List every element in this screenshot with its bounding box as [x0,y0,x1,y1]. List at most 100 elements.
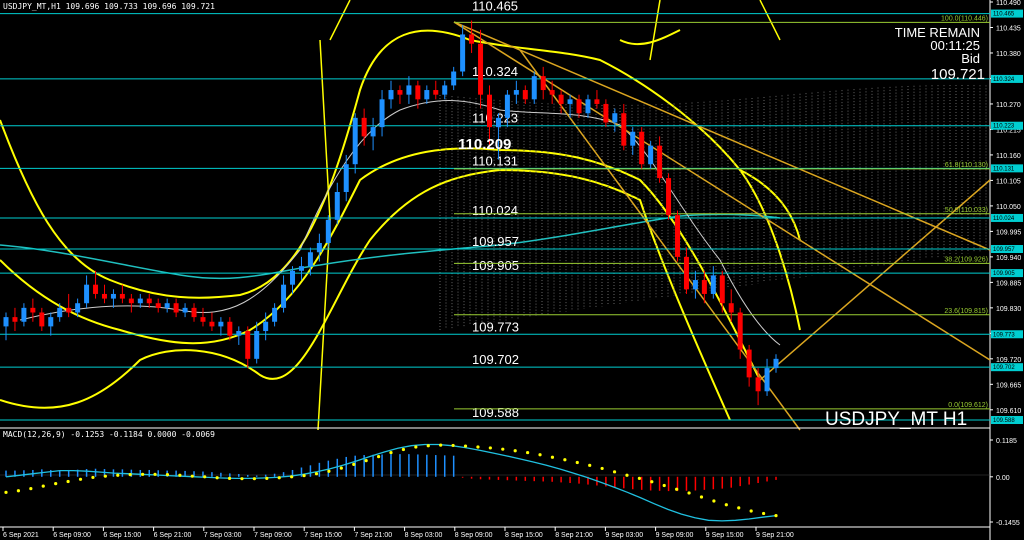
level-label: 110.024 [472,203,518,218]
macd-signal-dot [687,491,691,495]
macd-signal-dot [501,447,505,451]
candle-body [3,317,9,327]
price-tick-label: 109.830 [996,306,1021,313]
macd-signal-dot [737,506,741,510]
candle-body [146,298,152,304]
price-tick-label: 109.610 [996,408,1021,415]
level-price-tag-text: 109.702 [993,365,1015,371]
candle-body [612,113,618,123]
candle-body [218,321,224,327]
macd-signal-dot [364,459,368,463]
candle-body [110,293,116,299]
candle-body [39,312,45,327]
candle-body [93,284,99,294]
candle-body [379,99,385,128]
candle-body [182,307,188,313]
price-chart[interactable]: USDJPY_MT,H1 109.696 109.733 109.696 109… [0,0,1024,540]
macd-signal-dot [675,487,679,491]
candle-body [173,303,179,313]
time-tick-label: 6 Sep 09:00 [53,532,91,539]
macd-signal-dot [612,470,617,474]
price-tick-label: 110.380 [996,51,1021,58]
macd-signal-dot [550,455,555,459]
candle-body [504,94,510,118]
candle-body [576,99,582,114]
macd-signal-dot [389,450,393,455]
fib-label: 50.0(110.033) [945,207,988,214]
candle-body [692,280,698,290]
macd-signal-dot [426,444,430,448]
time-tick-label: 6 Sep 21:00 [154,532,192,539]
macd-signal-dot [774,514,778,518]
macd-signal-dot [54,482,58,486]
candle-body [155,303,161,308]
candle-body [281,284,287,308]
macd-signal-dot [314,472,319,476]
candle-body [710,275,716,294]
price-tick-label: 109.885 [996,280,1021,287]
time-tick-label: 9 Sep 21:00 [756,532,794,539]
candle-body [343,164,349,192]
candle-body [397,90,403,95]
candle-body [495,117,501,128]
macd-signal-dot [203,475,207,479]
price-tick-label: 109.665 [996,382,1021,389]
candle-body [352,117,358,165]
candle-body [128,298,134,304]
price-tick-label: 110.105 [996,178,1021,185]
candle-body [594,99,600,104]
candle-body [478,43,484,95]
macd-signal-dot [650,480,654,484]
candle-body [657,145,663,179]
macd-signal-dot [190,474,194,478]
price-tick-label: 109.940 [996,255,1021,262]
macd-signal-dot [476,445,480,449]
macd-signal-dot [637,476,641,480]
candle-body [370,127,376,137]
candle-body [666,178,672,216]
candle-body [719,275,725,304]
candle-body [227,321,233,336]
candle-body [101,293,107,299]
candle-body [630,131,636,146]
candle-body [764,368,770,392]
candle-body [531,76,537,100]
candle-body [57,307,63,318]
candle-body [460,34,466,72]
candle-body [84,284,90,304]
candle-body [164,303,170,308]
macd-signal-dot [277,476,281,480]
candle-body [522,90,528,100]
macd-signal-dot [563,458,567,462]
macd-signal-dot [103,474,107,478]
fib-label: 38.2(109.926) [944,256,988,263]
time-tick-label: 9 Sep 15:00 [706,532,744,539]
level-price-tag-text: 110.223 [993,124,1015,130]
macd-signal-dot [513,449,517,453]
macd-info: MACD(12,26,9) -0.1253 -0.1184 0.0000 -0.… [3,430,215,439]
time-tick-label: 8 Sep 03:00 [405,532,443,539]
macd-signal-dot [302,473,306,478]
time-tick-label: 6 Sep 2021 [3,532,39,539]
time-tick-label: 7 Sep 09:00 [254,532,292,539]
candle-body [486,94,492,128]
macd-signal-dot [352,462,356,466]
candle-body [639,131,645,165]
symbol-watermark: USDJPY_MT H1 [825,409,967,430]
level-label: 109.588 [472,405,519,420]
candle-body [137,298,143,304]
candle-body [585,99,591,114]
candle-body [316,242,322,253]
candle-body [433,90,439,95]
macd-signal-dot [625,473,629,477]
candle-body [209,321,215,327]
time-tick-label: 6 Sep 15:00 [103,532,141,539]
candle-body [549,90,555,95]
candle-body [728,303,734,313]
level-price-tag-text: 110.465 [993,12,1015,18]
candle-body [388,90,394,100]
macd-signal-dot [761,511,766,516]
price-tick-label: 110.270 [996,102,1021,109]
macd-signal-dot [463,444,468,448]
center-price-label: 110.209 [458,136,511,153]
